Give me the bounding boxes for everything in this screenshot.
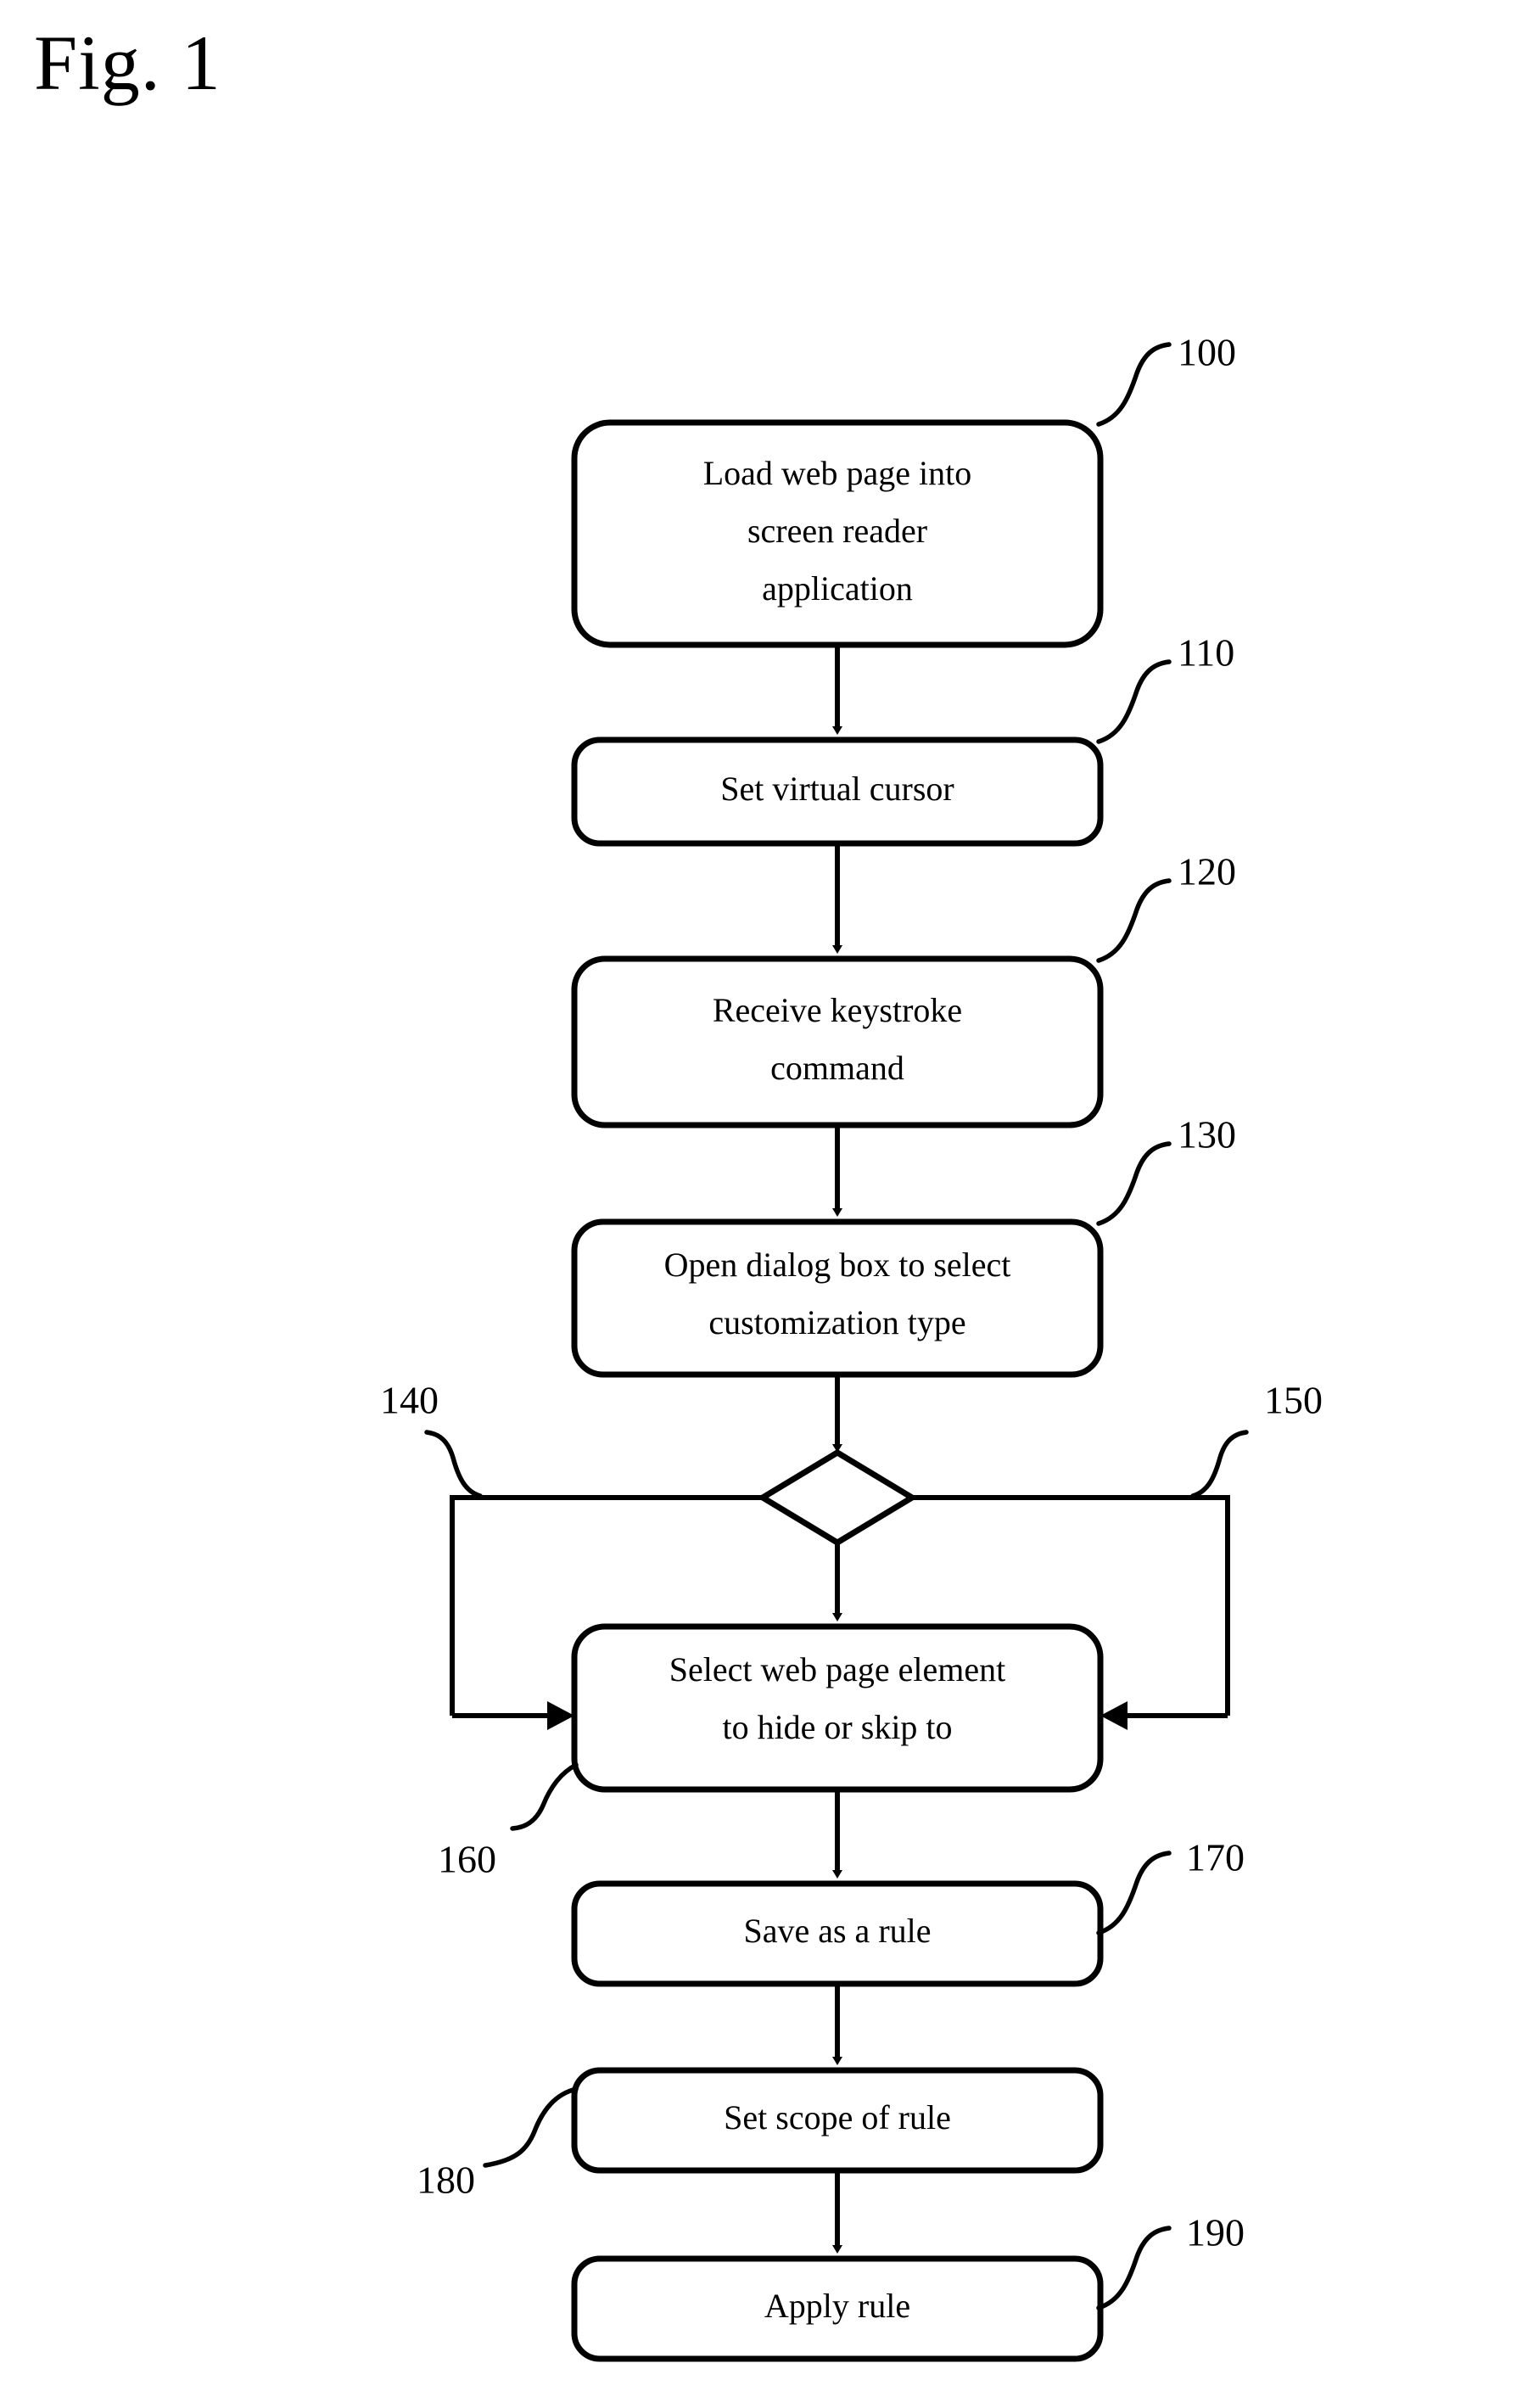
node-110-set-virtual-cursor: Set virtual cursor 110 bbox=[571, 631, 1234, 847]
ref-numeral-150: 150 bbox=[1264, 1379, 1323, 1422]
node-180-text-line1: Set scope of rule bbox=[724, 2098, 951, 2136]
node-190-apply-rule: Apply rule 190 bbox=[571, 2211, 1245, 2362]
patent-figure-page: Fig. 1 Load web page into screen reader … bbox=[0, 0, 1522, 2408]
node-110-text-line1: Set virtual cursor bbox=[720, 770, 954, 808]
ref-numeral-100: 100 bbox=[1178, 331, 1236, 374]
leader-line-110 bbox=[1096, 659, 1172, 744]
node-170-text-line1: Save as a rule bbox=[743, 1912, 931, 1950]
node-120-text-line2: command bbox=[770, 1049, 904, 1087]
leader-line-160 bbox=[510, 1762, 579, 1831]
ref-numeral-170: 170 bbox=[1186, 1836, 1245, 1879]
node-180-set-scope-of-rule: Set scope of rule 180 bbox=[417, 2067, 1104, 2202]
node-130-text-line2: customization type bbox=[708, 1303, 965, 1341]
leader-line-170 bbox=[1096, 1851, 1172, 1935]
leader-line-190 bbox=[1096, 2226, 1172, 2310]
node-130-open-dialog-box: Open dialog box to select customization … bbox=[571, 1113, 1236, 1378]
node-100-text-line3: application bbox=[762, 569, 913, 608]
ref-numeral-110: 110 bbox=[1178, 631, 1234, 675]
ref-numeral-160: 160 bbox=[438, 1838, 496, 1881]
node-160-select-web-page-element: Select web page element to hide or skip … bbox=[438, 1623, 1104, 1881]
flowchart-canvas: Load web page into screen reader applica… bbox=[380, 331, 1323, 2362]
node-170-save-as-rule: Save as a rule 170 bbox=[571, 1836, 1245, 1987]
leader-line-150 bbox=[1190, 1430, 1249, 1498]
ref-numeral-180: 180 bbox=[417, 2159, 475, 2202]
node-190-text-line1: Apply rule bbox=[764, 2287, 910, 2325]
node-120-text-line1: Receive keystroke bbox=[713, 991, 962, 1029]
node-130-text-line1: Open dialog box to select bbox=[664, 1246, 1011, 1284]
node-120-receive-keystroke: Receive keystroke command 120 bbox=[571, 850, 1236, 1128]
ref-numeral-140: 140 bbox=[380, 1379, 439, 1422]
node-100-load-web-page: Load web page into screen reader applica… bbox=[571, 331, 1236, 648]
leader-line-130 bbox=[1096, 1141, 1172, 1226]
branch-right-arrowhead bbox=[1100, 1701, 1128, 1730]
ref-numeral-120: 120 bbox=[1178, 850, 1236, 893]
leader-line-120 bbox=[1096, 878, 1172, 963]
ref-numeral-130: 130 bbox=[1178, 1113, 1236, 1156]
node-160-text-line2: to hide or skip to bbox=[722, 1708, 952, 1746]
node-100-text-line1: Load web page into bbox=[703, 454, 972, 492]
decision-diamond-shape bbox=[757, 1448, 918, 1547]
ref-numeral-190: 190 bbox=[1186, 2211, 1245, 2254]
leader-line-140 bbox=[424, 1430, 483, 1498]
leader-line-100 bbox=[1096, 342, 1172, 427]
decision-diamond bbox=[757, 1448, 918, 1547]
node-160-text-line1: Select web page element bbox=[669, 1650, 1005, 1688]
branch-left-arrowhead bbox=[547, 1701, 574, 1730]
leader-line-180 bbox=[483, 2086, 579, 2168]
node-130-shape bbox=[571, 1218, 1104, 1378]
node-120-shape bbox=[571, 955, 1104, 1128]
node-100-text-line2: screen reader bbox=[747, 512, 927, 550]
